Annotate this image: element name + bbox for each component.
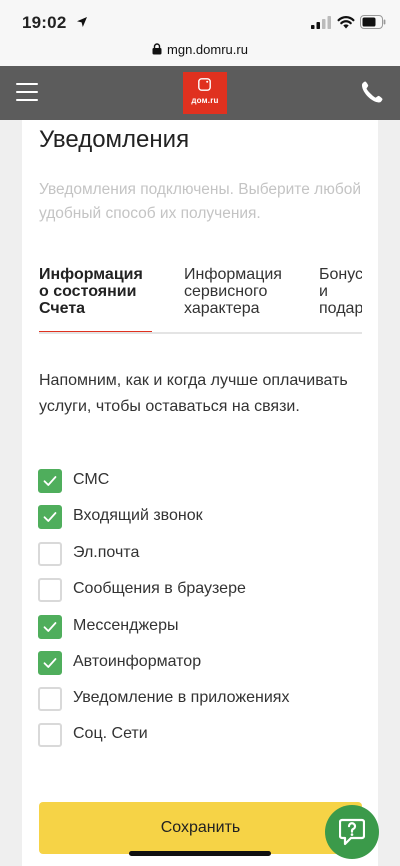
- tab-account-status[interactable]: Информация о состоянии Счета: [39, 266, 143, 317]
- tab-label-line: Информация: [39, 266, 143, 283]
- phone-icon[interactable]: [360, 80, 384, 104]
- check-icon: [43, 622, 57, 632]
- option-label: Уведомление в приложениях: [73, 689, 290, 706]
- option-label: СМС: [73, 471, 110, 488]
- logo-glyph-icon: [198, 78, 211, 91]
- home-indicator: [129, 851, 271, 856]
- chat-question-icon: [339, 818, 365, 846]
- check-icon: [43, 476, 57, 486]
- battery-icon: [360, 15, 386, 29]
- tab-bar: Информация о состоянии Счета Информация …: [39, 262, 362, 334]
- save-button[interactable]: Сохранить: [39, 802, 362, 854]
- content-card: [22, 120, 378, 866]
- checkbox[interactable]: [38, 723, 62, 747]
- option-autoinformer[interactable]: Автоинформатор: [38, 651, 358, 675]
- menu-icon[interactable]: [16, 83, 38, 103]
- option-email[interactable]: Эл.почта: [38, 542, 358, 566]
- tab-label-line: Бонусы: [319, 266, 362, 283]
- tab-label-line: о состоянии: [39, 283, 137, 300]
- checkbox[interactable]: [38, 542, 62, 566]
- wifi-icon: [337, 16, 355, 29]
- checkbox[interactable]: [38, 615, 62, 639]
- check-icon: [43, 512, 57, 522]
- address-bar[interactable]: mgn.domru.ru: [0, 40, 400, 66]
- check-icon: [43, 658, 57, 668]
- option-label: Эл.почта: [73, 544, 140, 561]
- support-chat-button[interactable]: [325, 805, 379, 859]
- tab-label-line: Информация: [184, 266, 282, 283]
- checkbox[interactable]: [38, 651, 62, 675]
- option-browser-messages[interactable]: Сообщения в браузере: [38, 578, 358, 602]
- tab-label-line: характера: [184, 300, 260, 317]
- status-bar: 19:02: [0, 0, 400, 40]
- option-app-notifications[interactable]: Уведомление в приложениях: [38, 687, 358, 711]
- logo-text: дом.ru: [191, 96, 219, 105]
- option-sms[interactable]: СМС: [38, 469, 358, 493]
- option-label: Мессенджеры: [73, 617, 179, 634]
- tab-label-line: Счета: [39, 300, 86, 317]
- option-label: Автоинформатор: [73, 653, 202, 670]
- tab-label-line: сервисного: [184, 283, 268, 300]
- tab-label-line: и: [319, 283, 328, 300]
- option-messengers[interactable]: Мессенджеры: [38, 615, 358, 639]
- option-label: Сообщения в браузере: [73, 580, 246, 597]
- tab-service-info[interactable]: Информация сервисного характера: [184, 266, 282, 317]
- checkbox[interactable]: [38, 578, 62, 602]
- option-social-networks[interactable]: Соц. Сети: [38, 723, 358, 747]
- lock-icon: [152, 43, 162, 55]
- checkbox[interactable]: [38, 469, 62, 493]
- checkbox[interactable]: [38, 687, 62, 711]
- active-tab-indicator: [39, 331, 152, 332]
- status-time: 19:02: [22, 13, 67, 32]
- option-label: Соц. Сети: [73, 725, 148, 742]
- tab-bonuses[interactable]: Бонусы и подарки: [319, 266, 362, 317]
- url-text: mgn.domru.ru: [167, 42, 248, 57]
- signal-icon: [311, 16, 331, 29]
- page-subtitle: Уведомления подключены. Выберите любой у…: [39, 181, 361, 222]
- location-arrow-icon: [77, 17, 87, 27]
- tab-label-line: подарки: [319, 300, 362, 317]
- description-text: Напомним, как и когда лучше оплачивать у…: [39, 372, 348, 415]
- checkbox[interactable]: [38, 505, 62, 529]
- page-title: Уведомления: [39, 126, 190, 153]
- option-label: Входящий звонок: [73, 507, 203, 524]
- option-incoming-call[interactable]: Входящий звонок: [38, 505, 358, 529]
